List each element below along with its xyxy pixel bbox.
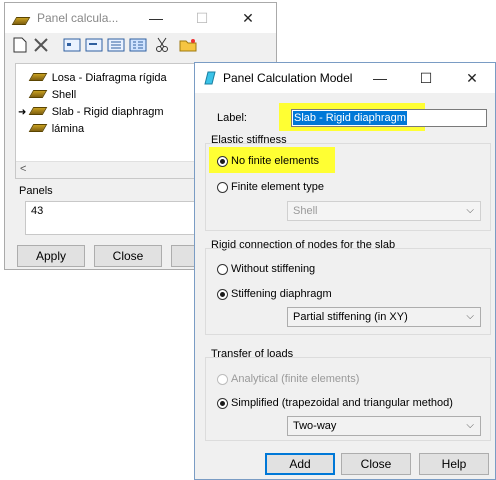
chevron-down-icon: ⌵: [466, 205, 474, 216]
scroll-left-button[interactable]: <: [20, 163, 26, 175]
analytical-radio[interactable]: [217, 374, 228, 385]
finite-element-type-select[interactable]: Shell ⌵: [287, 201, 481, 221]
maximize-button[interactable]: ☐: [403, 63, 449, 93]
chevron-down-icon: ⌵: [466, 420, 474, 431]
app-icon: [204, 71, 216, 85]
new-file-icon[interactable]: [13, 37, 27, 53]
delete-icon[interactable]: [33, 37, 49, 53]
label-input-value: Slab - Rigid diaphragm: [293, 111, 407, 125]
select-value: Two-way: [293, 420, 337, 432]
slab-icon: [29, 107, 48, 115]
chevron-down-icon: ⌵: [466, 311, 474, 322]
list-item[interactable]: Shell: [18, 87, 76, 103]
title-bar[interactable]: Panel Calculation Model — ☐ ✕: [195, 63, 495, 93]
without-stiffening-label[interactable]: Without stiffening: [231, 263, 315, 275]
window-title: Panel Calculation Model: [223, 71, 353, 85]
no-finite-elements-label[interactable]: No finite elements: [231, 155, 319, 167]
slab-icon: [29, 124, 48, 132]
label-caption: Label:: [217, 112, 247, 124]
add-button[interactable]: Add: [265, 453, 335, 475]
close-button[interactable]: Close: [341, 453, 411, 475]
window-title: Panel calcula...: [37, 11, 119, 25]
analytical-label[interactable]: Analytical (finite elements): [231, 373, 359, 385]
list-item[interactable]: Losa - Diafragma rígida: [18, 70, 167, 86]
stiffening-type-select[interactable]: Partial stiffening (in XY) ⌵: [287, 307, 481, 327]
list-item[interactable]: ➜ Slab - Rigid diaphragm: [18, 104, 164, 120]
title-bar[interactable]: Panel calcula... — ☐ ✕: [5, 3, 276, 33]
list-item[interactable]: lámina: [18, 121, 84, 137]
view-4-icon[interactable]: [129, 38, 147, 52]
slab-icon: [29, 73, 48, 81]
minimize-button[interactable]: —: [133, 3, 179, 33]
finite-element-type-label[interactable]: Finite element type: [231, 181, 324, 193]
no-finite-elements-radio[interactable]: [217, 156, 228, 167]
help-button[interactable]: Help: [419, 453, 489, 475]
panels-label: Panels: [19, 185, 53, 197]
list-item-label: Shell: [51, 89, 77, 101]
select-value: Shell: [293, 205, 318, 217]
view-2-icon[interactable]: [85, 38, 103, 52]
view-3-icon[interactable]: [107, 38, 125, 52]
current-arrow-icon: ➜: [18, 107, 27, 118]
list-item-label: Losa - Diafragma rígida: [51, 72, 167, 84]
apply-button[interactable]: Apply: [17, 245, 85, 267]
finite-element-type-radio[interactable]: [217, 182, 228, 193]
scissors-icon[interactable]: [155, 37, 169, 53]
maximize-button[interactable]: ☐: [179, 3, 225, 33]
stiffening-diaphragm-label[interactable]: Stiffening diaphragm: [231, 288, 332, 300]
close-window-button[interactable]: ✕: [225, 3, 271, 33]
app-icon: [11, 14, 31, 28]
folder-icon[interactable]: [179, 37, 197, 53]
minimize-button[interactable]: —: [357, 63, 403, 93]
view-1-icon[interactable]: [63, 38, 81, 52]
list-item-label: Slab - Rigid diaphragm: [51, 106, 164, 118]
panels-value: 43: [31, 205, 44, 217]
without-stiffening-radio[interactable]: [217, 264, 228, 275]
panel-calculation-model-dialog: Panel Calculation Model — ☐ ✕ Label: Sla…: [194, 62, 496, 480]
load-distribution-select[interactable]: Two-way ⌵: [287, 416, 481, 436]
simplified-label[interactable]: Simplified (trapezoidal and triangular m…: [231, 397, 453, 409]
label-input[interactable]: Slab - Rigid diaphragm: [291, 109, 487, 127]
simplified-radio[interactable]: [217, 398, 228, 409]
slab-icon: [29, 90, 48, 98]
toolbar: [11, 35, 271, 55]
select-value: Partial stiffening (in XY): [293, 311, 408, 323]
close-window-button[interactable]: ✕: [449, 63, 495, 93]
list-item-label: lámina: [51, 123, 85, 135]
close-button[interactable]: Close: [94, 245, 162, 267]
stiffening-diaphragm-radio[interactable]: [217, 289, 228, 300]
